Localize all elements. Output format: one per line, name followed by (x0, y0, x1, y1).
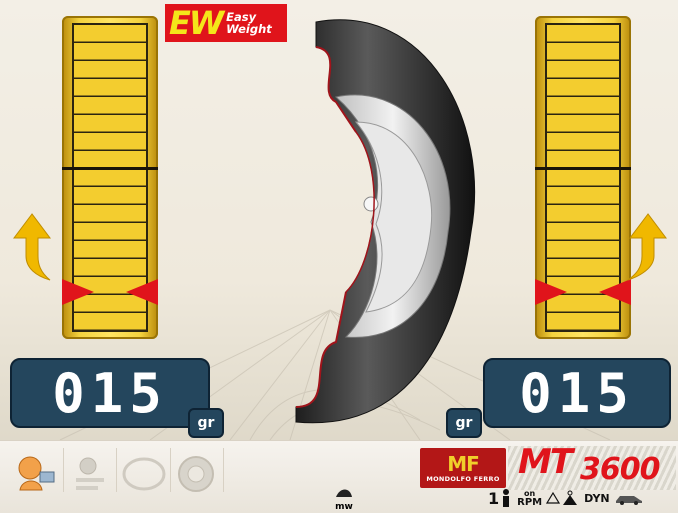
weight-mode-button[interactable] (68, 450, 116, 498)
toolbar-separator (170, 448, 171, 492)
weight-outline-icon (546, 491, 561, 504)
easy-weight-mark: EW (169, 4, 224, 42)
operator-number: 1 (488, 488, 500, 508)
easy-weight-text: Easy Weight (226, 10, 272, 36)
left-position-marker (62, 279, 158, 305)
rpm-indicator: on RPM (517, 489, 543, 508)
operator-person-icon (503, 489, 510, 507)
easy-weight-logo: EW Easy Weight (165, 4, 287, 42)
wheel-outline-icon (122, 457, 166, 491)
model-logo: MT 3600 (508, 442, 676, 490)
operator-icon (18, 456, 55, 491)
wheel-rim-button[interactable] (174, 450, 222, 498)
mondolfo-ferro-logo: MF MONDOLFO FERRO (420, 448, 506, 488)
left-unit-badge: gr (188, 408, 224, 438)
right-weight-display: 015 (483, 358, 671, 428)
toolbar-separator (63, 448, 64, 492)
mw-icon (336, 489, 352, 497)
left-weight-value: 015 (52, 361, 168, 425)
right-unit-badge: gr (446, 408, 482, 438)
toolbar-separator (116, 448, 117, 492)
left-up-arrow-icon (13, 213, 51, 281)
right-position-marker (535, 279, 631, 305)
right-weight-value: 015 (519, 361, 635, 425)
status-bar: 1 on RPM DYN (488, 487, 644, 509)
dyn-mode-label: DYN (584, 491, 610, 505)
left-weight-display: 015 (10, 358, 210, 428)
toolbar-separator (223, 448, 224, 492)
wheel-profile-button[interactable] (120, 450, 168, 498)
operator-settings-button[interactable] (12, 450, 60, 498)
right-up-arrow-icon (627, 213, 667, 281)
weight-filled-icon (563, 490, 578, 505)
wheel-cutaway-image (295, 19, 476, 424)
left-gauge-center-line (62, 167, 158, 170)
right-gauge-center-line (535, 167, 631, 170)
weight-mode-icon (76, 457, 104, 490)
car-icon (615, 496, 642, 505)
wheel-rim-icon (178, 456, 214, 492)
mw-badge: mw (330, 484, 358, 512)
